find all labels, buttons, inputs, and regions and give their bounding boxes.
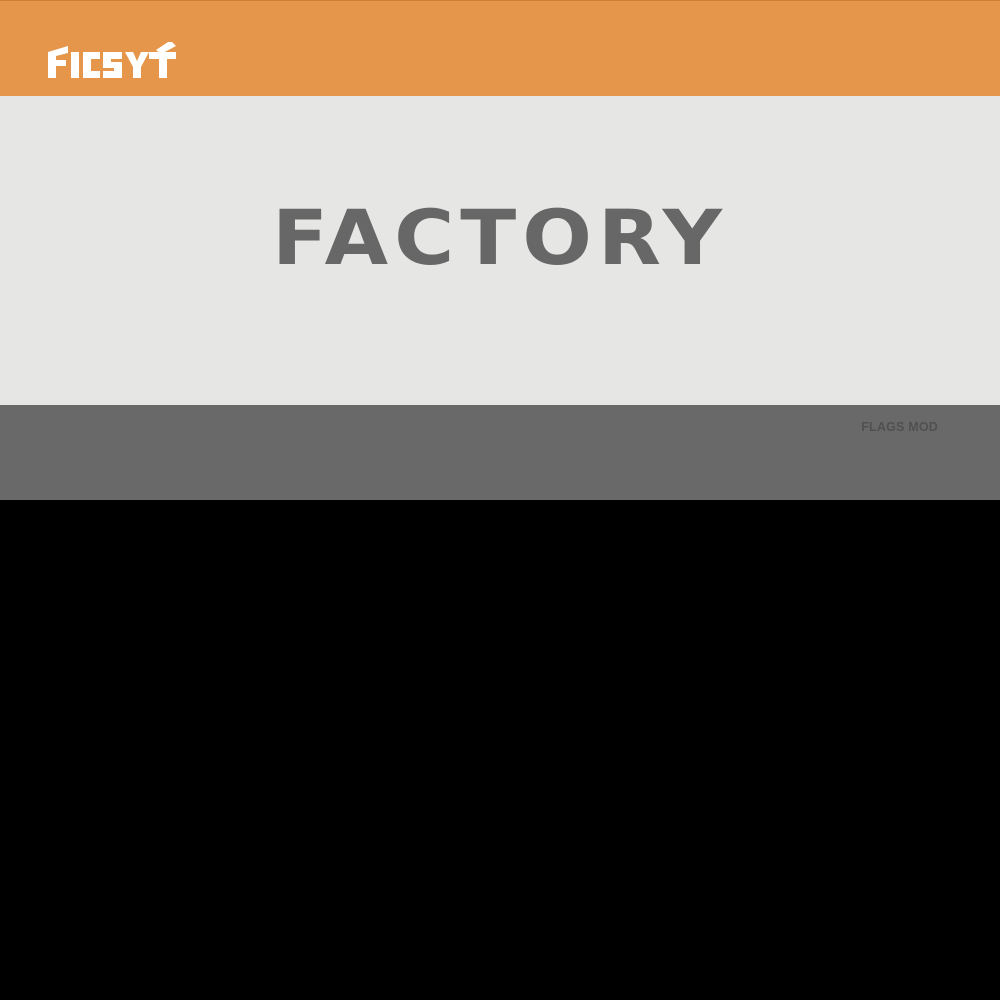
hero-panel: FACTORY: [0, 96, 1000, 405]
empty-area: [0, 500, 1000, 1000]
header-banner: [0, 0, 1000, 96]
ficsit-logo-icon: [48, 41, 198, 81]
hero-title: FACTORY: [272, 194, 728, 283]
footer-band: FLAGS MOD: [0, 405, 1000, 500]
mod-tag: FLAGS MOD: [861, 420, 938, 434]
